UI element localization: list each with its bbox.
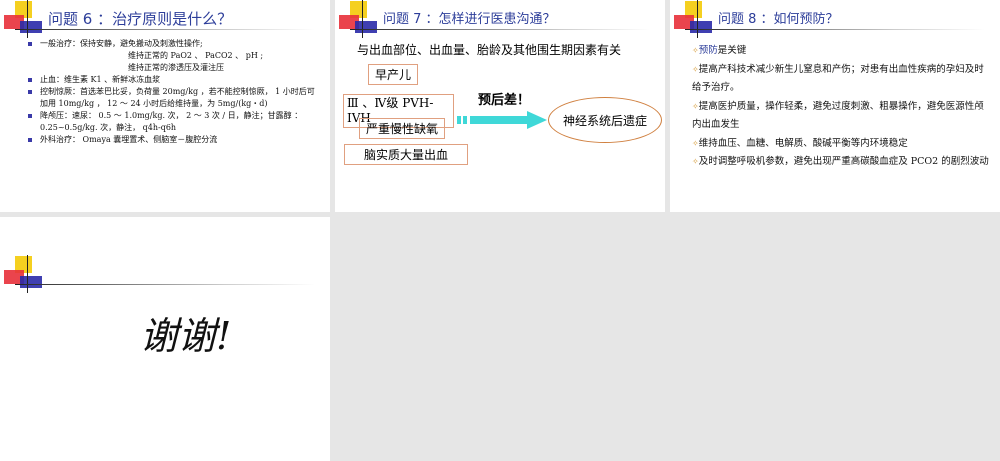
slide-8[interactable]: 问题 8 ：如何预防？ ✧预防是关键 ✧提高产科技术减少新生儿窒息和产伤；对患有… <box>670 0 1000 212</box>
slide-7[interactable]: 问题 7 ：怎样进行医患沟通？ 与出血部位、出血量、胎龄及其他围生期因素有关 早… <box>335 0 665 212</box>
thanks-text: 谢谢! <box>140 314 232 358</box>
slide-title: 问题 7 ：怎样进行医患沟通？ <box>383 12 556 27</box>
list-item: ✧提高医护质量，操作轻柔，避免过度刺激、粗暴操作，避免医源性颅内出血发生 <box>692 100 984 131</box>
list-item: ✧维持血压、血糖、电解质、酸碱平衡等内环境稳定 <box>692 137 908 149</box>
factor-box: 脑实质大量出血 <box>344 144 468 165</box>
factor-box: 严重慢性缺氧 <box>359 118 446 139</box>
list-item: ✧提高产科技术减少新生儿窒息和产伤；对患有出血性疾病的孕妇及时给予治疗。 <box>692 63 984 94</box>
list-item: 控制惊厥：首选苯巴比妥，负荷量 20mg/kg ，若不能控制惊厥， 1 小时后可… <box>28 86 320 110</box>
slide-title: 问题 8 ：如何预防？ <box>718 12 839 27</box>
factor-box: 早产儿 <box>368 64 419 85</box>
list-item: 一般治疗：保持安静，避免搬动及刺激性操作; 维持正常的 PaO2 、 PaCO2 … <box>28 38 320 74</box>
arrow-icon <box>457 111 547 129</box>
list-item: ✧及时调整呼吸机参数，避免出现严重高碳酸血症及 PCO2 的剧烈波动 <box>692 156 989 167</box>
list-item: 止血：维生素 K1 、新鲜冰冻血浆 <box>28 74 320 86</box>
logo-icon <box>670 0 985 40</box>
treatment-list: 一般治疗：保持安静，避免搬动及刺激性操作; 维持正常的 PaO2 、 PaCO2 … <box>28 38 320 146</box>
slide-6[interactable]: 问题 6 ：治疗原则是什么？ 一般治疗：保持安静，避免搬动及刺激性操作; 维持正常… <box>0 0 330 212</box>
list-item: ✧预防是关键 <box>692 45 747 56</box>
outcome-ellipse: 神经系统后遗症 <box>548 97 662 143</box>
prevention-list: ✧预防是关键 ✧提高产科技术减少新生儿窒息和产伤；对患有出血性疾病的孕妇及时给予… <box>692 42 990 172</box>
logo-icon <box>0 0 315 40</box>
slide-9[interactable]: 谢谢! <box>0 217 330 461</box>
intro-text: 与出血部位、出血量、胎龄及其他围生期因素有关 <box>357 43 622 57</box>
prognosis-label: 预后差！ <box>478 93 531 108</box>
slide-title: 问题 6 ：治疗原则是什么？ <box>48 10 233 28</box>
outcome-text: 神经系统后遗症 <box>562 113 647 128</box>
list-item: 降颅压：速尿： 0.5 ～ 1.0mg/kg. 次， 2 ～ 3 次 / 日，静… <box>28 110 320 134</box>
logo-icon <box>335 0 650 40</box>
logo-icon <box>0 255 315 295</box>
list-item: 外科治疗： Omaya 囊埋置术、侧脑室－腹腔分流 <box>28 134 320 146</box>
